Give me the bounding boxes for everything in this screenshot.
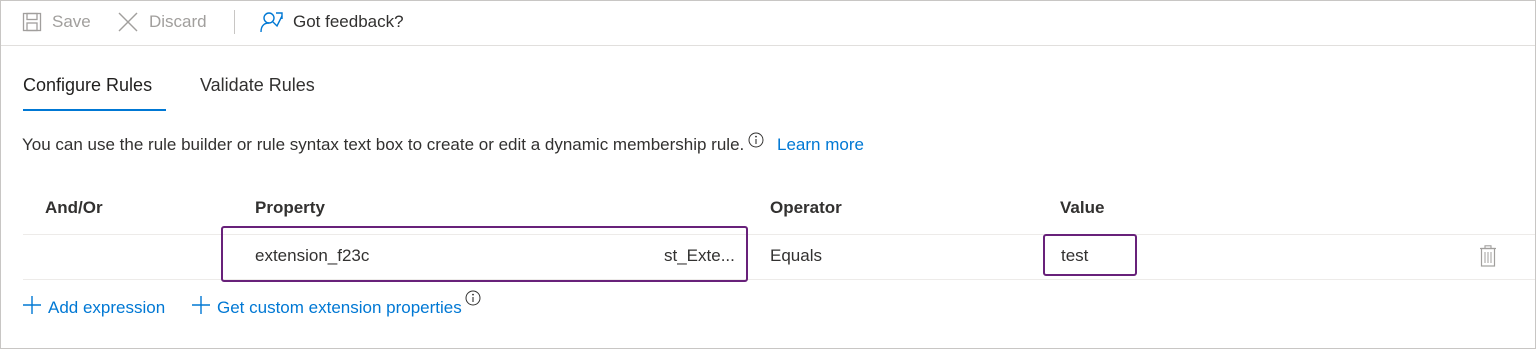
discard-label: Discard [149,12,207,31]
add-expression-button[interactable]: Add expression [22,295,165,320]
feedback-icon [259,10,283,34]
rule-description: You can use the rule builder or rule syn… [22,132,864,155]
save-icon [22,12,42,32]
info-icon[interactable] [748,132,764,153]
description-text: You can use the rule builder or rule syn… [22,135,745,154]
get-custom-extension-label: Get custom extension properties [217,297,462,317]
get-custom-extension-button[interactable]: Get custom extension properties [191,290,481,320]
tab-validate-rules[interactable]: Validate Rules [200,75,315,96]
value-highlight [1043,234,1137,276]
feedback-label: Got feedback? [293,12,404,31]
header-and-or: And/Or [45,198,103,217]
plus-icon [191,295,211,320]
tab-configure-rules[interactable]: Configure Rules [23,75,152,96]
add-expression-label: Add expression [48,297,166,317]
feedback-button[interactable]: Got feedback? [259,1,404,43]
save-label: Save [52,12,91,31]
operator-cell[interactable]: Equals [770,246,822,266]
header-value: Value [1060,198,1105,217]
rules-panel: Save Discard Got feedback? Configure Rul… [0,0,1536,349]
close-icon [117,11,139,33]
save-button[interactable]: Save [22,1,91,43]
header-operator: Operator [770,198,842,217]
command-bar: Save Discard Got feedback? [1,1,1535,46]
header-property: Property [255,198,325,217]
property-value-end[interactable]: st_Exte... [664,246,735,266]
plus-icon [22,295,42,320]
info-icon[interactable] [465,290,481,311]
learn-more-link[interactable]: Learn more [777,135,864,154]
active-tab-indicator [23,109,166,111]
value-cell[interactable]: test [1061,246,1088,266]
property-value-start[interactable]: extension_f23c [255,246,369,266]
toolbar-divider [234,10,235,34]
delete-icon[interactable] [1479,245,1497,272]
discard-button[interactable]: Discard [117,1,207,43]
